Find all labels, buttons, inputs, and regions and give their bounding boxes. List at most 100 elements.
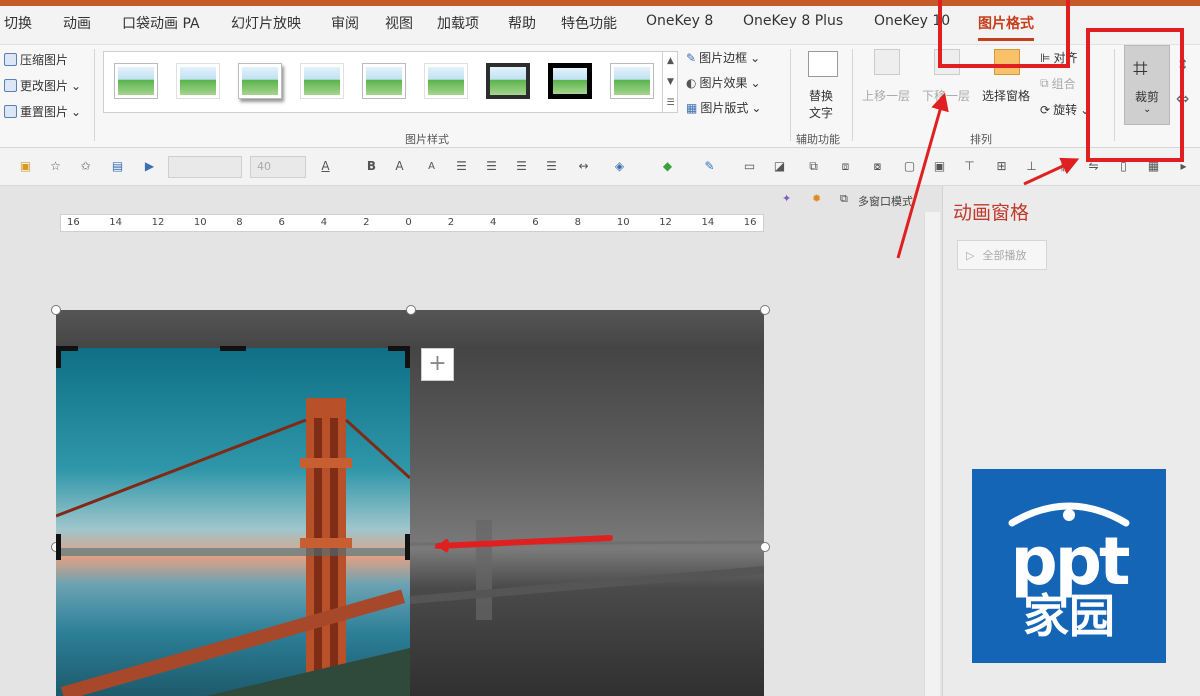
send-backward-label: 下移一层 (922, 89, 971, 103)
align-top-icon[interactable]: ⊤ (962, 159, 977, 174)
font-size-dropdown[interactable]: 40 (250, 156, 306, 178)
font-color-icon[interactable]: A (318, 159, 333, 174)
change-picture-button[interactable]: 更改图片 ⌄ (4, 77, 81, 94)
group-button[interactable]: ⧉ 组合 (1040, 75, 1076, 92)
tab-view[interactable]: 视图 (385, 13, 413, 33)
fill-color-icon[interactable]: ◆ (660, 159, 675, 174)
picture-crop-area[interactable] (56, 310, 764, 696)
picture-effects-label: 图片效果 (699, 76, 748, 90)
crop-handle-top-middle[interactable] (220, 346, 246, 351)
new-slide-icon[interactable]: ▣ (18, 159, 33, 174)
copy-format-icon[interactable]: ⧉ (806, 159, 821, 174)
picture-style-soft-oval[interactable] (424, 63, 468, 99)
picture-layout-button[interactable]: ▦ 图片版式 ⌄ (686, 99, 761, 116)
ruler-tick-label: 16 (743, 217, 757, 228)
pane-scrollbar[interactable] (924, 212, 940, 696)
reset-picture-button[interactable]: 重置图片 ⌄ (4, 103, 81, 120)
send-to-back-icon[interactable]: ▢ (902, 159, 917, 174)
resize-handle-middle-right[interactable] (760, 542, 770, 552)
gallery-more-icon[interactable]: ☰ (666, 98, 674, 108)
tab-special-features[interactable]: 特色功能 (561, 13, 617, 33)
ruler-tick-label: 10 (616, 217, 630, 228)
tab-pocket-animation[interactable]: 口袋动画 PA (122, 13, 200, 33)
multi-window-icon: ⧉ (840, 192, 848, 205)
picture-effects-button[interactable]: ◐ 图片效果 ⌄ (686, 74, 761, 91)
tab-slideshow[interactable]: 幻灯片放映 (231, 13, 301, 33)
highlight-crop-button (1086, 28, 1184, 162)
picture-border-button[interactable]: ✎ 图片边框 ⌄ (686, 49, 760, 66)
font-name-dropdown[interactable] (168, 156, 242, 178)
rotate-button[interactable]: ⟳ 旋转 ⌄ (1040, 101, 1090, 118)
bring-forward-button[interactable]: 上移一层 (862, 49, 918, 109)
compress-pictures-button[interactable]: 压缩图片 (4, 51, 68, 68)
tab-onekey-8-plus[interactable]: OneKey 8 Plus (743, 13, 843, 29)
ruler-tick-label: 6 (532, 217, 539, 228)
align-center-icon[interactable]: ☰ (484, 159, 499, 174)
house-roof-icon (1008, 502, 1130, 527)
add-icon[interactable]: + (421, 348, 454, 381)
picture-style-simple-frame[interactable] (114, 63, 158, 99)
gallery-scroll[interactable]: ▲ ▼ ☰ (662, 51, 678, 113)
accessibility-group-label: 辅助功能 (796, 133, 840, 146)
picture-style-drop-shadow[interactable] (238, 63, 282, 99)
star-icon[interactable]: ☆ (48, 159, 63, 174)
increase-font-icon[interactable]: A (392, 159, 407, 174)
justify-icon[interactable]: ☰ (544, 159, 559, 174)
chevron-down-icon: ⌄ (751, 100, 762, 115)
picture-style-thick-dark[interactable] (486, 63, 530, 99)
tab-animations[interactable]: 动画 (63, 13, 91, 33)
picture-styles-group-label: 图片样式 (405, 133, 449, 146)
group-icon: ⧉ (1040, 76, 1049, 90)
media-icon[interactable]: ▶ (142, 159, 157, 174)
pin-icon[interactable]: ✦ (782, 192, 791, 205)
crop-handle-top-right-v[interactable] (405, 346, 410, 368)
picture-style-soft-edge[interactable] (176, 63, 220, 99)
alt-text-button[interactable]: 替换 文字 (806, 51, 840, 125)
settings-icon[interactable]: ✹ (812, 192, 821, 205)
crop-handle-top-left-v[interactable] (56, 346, 61, 368)
resize-handle-top-right[interactable] (760, 305, 770, 315)
picture-style-rounded[interactable] (300, 63, 344, 99)
picture-style-black-matte[interactable] (548, 63, 592, 99)
chevron-down-icon: ⌄ (71, 78, 82, 93)
animation-pane-title: 动画窗格 (953, 202, 1030, 224)
scroll-up-icon[interactable]: ▲ (667, 56, 674, 66)
crop-handle-middle-left[interactable] (56, 534, 61, 560)
picture-style-reflected[interactable] (362, 63, 406, 99)
distribute-icon[interactable]: ⫼ (1056, 159, 1071, 174)
textbox-icon[interactable]: ▤ (110, 159, 125, 174)
outline-color-icon[interactable]: ✎ (702, 159, 717, 174)
align-bottom-icon[interactable]: ⊥ (1024, 159, 1039, 174)
resize-handle-top-left[interactable] (51, 305, 61, 315)
change-picture-icon (4, 79, 17, 92)
scroll-down-icon[interactable]: ▼ (667, 77, 674, 87)
bring-to-front-icon[interactable]: ▣ (932, 159, 947, 174)
multi-window-button[interactable]: 多窗口模式 (858, 193, 913, 209)
arrange-icon[interactable]: ▭ (742, 159, 757, 174)
star-outline-icon[interactable]: ✩ (78, 159, 93, 174)
logo-text-jiayuan: 家园 (1023, 589, 1115, 643)
alt-text-label-2: 文字 (809, 106, 834, 120)
ruler-tick-label: 8 (574, 217, 581, 228)
shape-fill-icon[interactable]: ◈ (612, 159, 627, 174)
group-objects-icon[interactable]: ⧈ (838, 159, 853, 174)
bring-forward-icon (874, 49, 900, 75)
tab-help[interactable]: 帮助 (508, 13, 536, 33)
ungroup-icon[interactable]: ⧇ (870, 159, 885, 174)
ruler-tick-label: 14 (109, 217, 123, 228)
char-spacing-icon[interactable]: ↔ (576, 159, 591, 174)
tab-transitions[interactable]: 切换 (4, 13, 32, 33)
crop-handle-middle-right[interactable] (405, 534, 410, 560)
align-right-icon[interactable]: ☰ (514, 159, 529, 174)
play-all-button[interactable]: ▷ 全部播放 (957, 240, 1047, 270)
resize-handle-top-middle[interactable] (406, 305, 416, 315)
bold-button[interactable]: B (364, 159, 379, 174)
picture-style-metal-frame[interactable] (610, 63, 654, 99)
tab-review[interactable]: 审阅 (331, 13, 359, 33)
align-middle-icon[interactable]: ⊞ (994, 159, 1009, 174)
shape-effects-icon[interactable]: ◪ (772, 159, 787, 174)
tab-onekey-8[interactable]: OneKey 8 (646, 13, 713, 29)
decrease-font-icon[interactable]: A (424, 159, 439, 174)
align-left-icon[interactable]: ☰ (454, 159, 469, 174)
tab-addins[interactable]: 加载项 (437, 13, 479, 33)
